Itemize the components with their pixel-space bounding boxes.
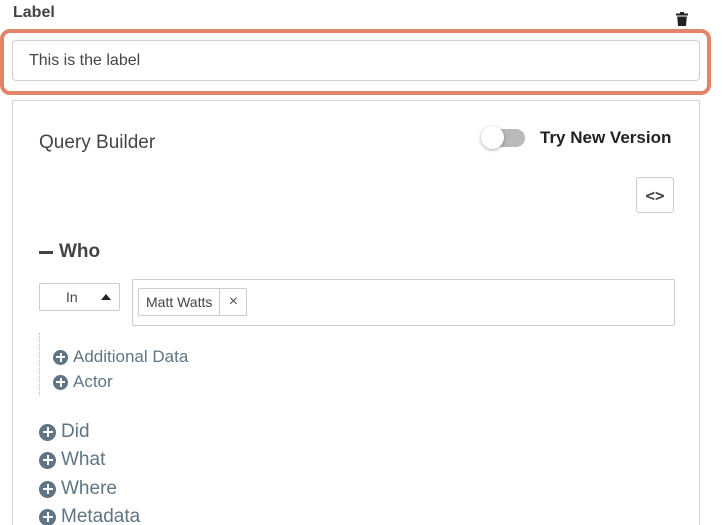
new-version-toggle-label: Try New Version [540,128,672,147]
who-tags-input[interactable]: Matt Watts × [132,279,675,326]
field-label: Label [13,4,55,21]
toggle-knob [481,126,504,149]
caret-up-icon [101,294,111,300]
label-input[interactable] [12,40,700,81]
plus-circle-icon [53,349,68,365]
add-item-label: Additional Data [73,347,189,366]
add-where-button[interactable]: Where [39,478,117,500]
who-operator-select[interactable]: In [39,283,120,311]
section-label: Metadata [61,506,141,525]
trash-icon[interactable] [676,12,688,26]
section-label: What [61,449,106,470]
add-additional-data-button[interactable]: Additional Data [53,347,188,367]
new-version-toggle[interactable] [481,126,527,150]
tag-chip: Matt Watts × [138,288,248,316]
tag-label: Matt Watts [146,294,213,310]
code-view-button[interactable]: <> [636,177,674,213]
plus-circle-icon [39,480,56,498]
plus-circle-icon [53,374,68,390]
who-children-group: Additional Data Actor [39,333,340,395]
section-label: Where [61,478,117,499]
minus-icon [39,251,53,254]
plus-circle-icon [39,508,56,525]
query-builder-title: Query Builder [39,132,156,153]
close-icon[interactable]: × [219,289,246,315]
add-did-button[interactable]: Did [39,421,90,443]
field-header: Label [13,3,703,26]
add-item-label: Actor [73,372,113,391]
operator-value: In [66,289,78,305]
add-metadata-button[interactable]: Metadata [39,506,140,525]
plus-circle-icon [39,423,56,441]
add-what-button[interactable]: What [39,449,105,471]
section-label: Did [61,421,90,442]
who-section-label: Who [59,241,101,262]
add-actor-button[interactable]: Actor [53,372,113,392]
query-builder-panel: Query Builder Try New Version <> Who In … [12,100,700,525]
plus-circle-icon [39,451,56,469]
query-field-editor: Label Query Builder Try New Version <> W… [0,0,723,525]
code-brackets-icon: <> [645,185,665,205]
